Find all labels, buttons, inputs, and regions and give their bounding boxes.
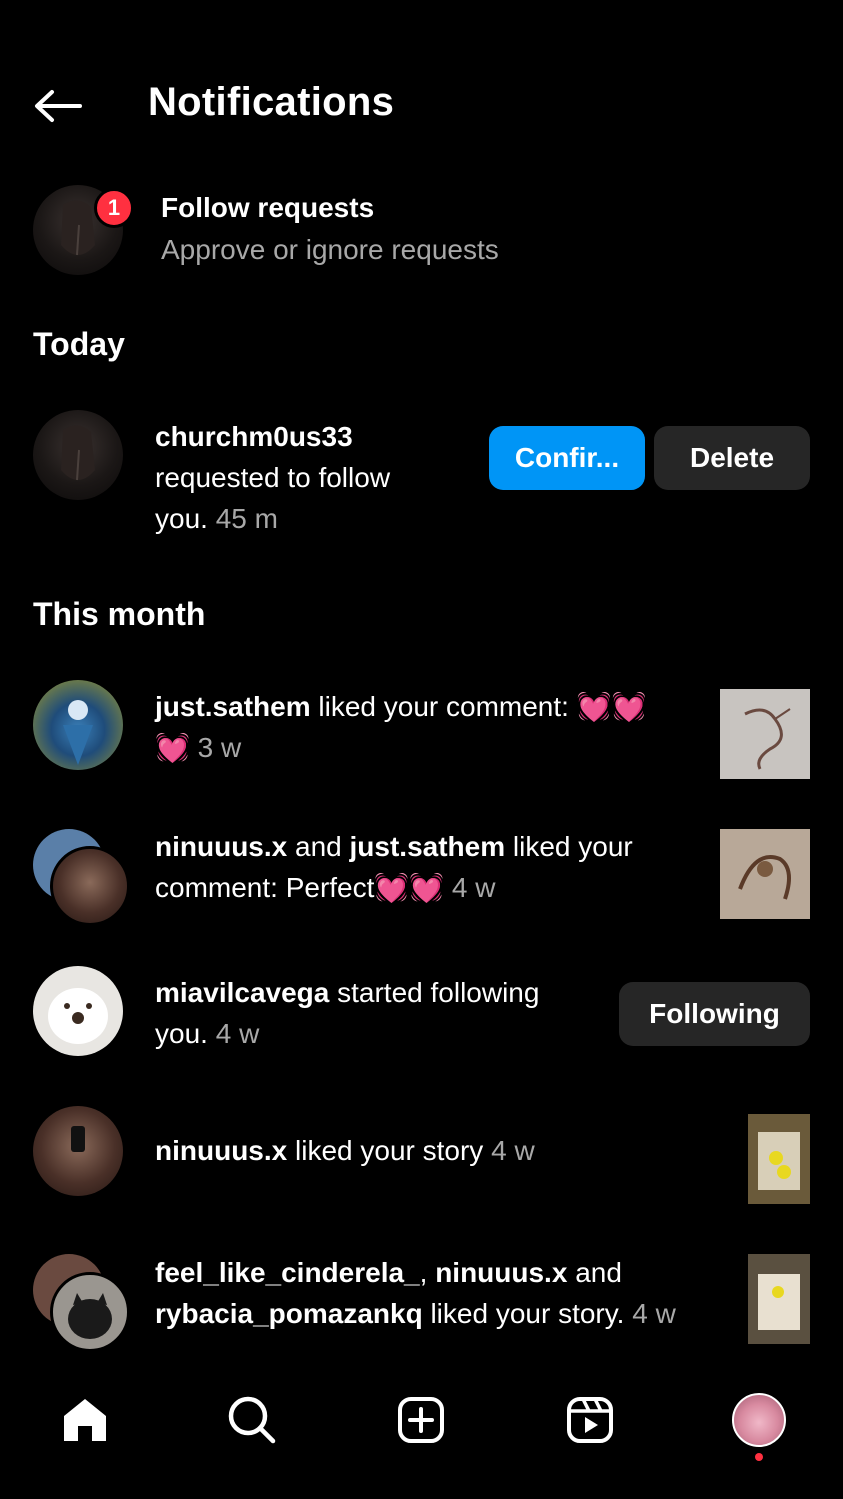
avatar[interactable]: [50, 1272, 130, 1352]
post-thumbnail[interactable]: [720, 689, 810, 779]
timestamp: 45 m: [215, 503, 278, 534]
follow-requests-subtitle: Approve or ignore requests: [161, 234, 499, 265]
notification-text: requested to follow: [155, 462, 391, 493]
list-item: churchm0us33 requested to follow you. 45…: [0, 410, 843, 540]
timestamp: 4 w: [451, 872, 496, 903]
username[interactable]: just.sathem: [155, 691, 311, 722]
notification-text: and: [287, 831, 350, 862]
notification-badge: 1: [94, 188, 134, 228]
notification-text: liked your story: [287, 1135, 484, 1166]
list-item[interactable]: just.sathem liked your comment: 💓💓 💓 3 w: [0, 680, 843, 780]
timestamp: 4 w: [215, 1018, 260, 1049]
back-arrow-icon[interactable]: [32, 88, 82, 124]
timestamp: 4 w: [491, 1135, 535, 1166]
username[interactable]: ninuuus.x: [155, 831, 287, 862]
notification-dot: [755, 1453, 763, 1461]
list-item[interactable]: ninuuus.x liked your story 4 w: [0, 1106, 843, 1206]
notification-text: and: [567, 1257, 622, 1288]
notification-text: you.: [155, 503, 208, 534]
username[interactable]: ninuuus.x: [435, 1257, 567, 1288]
section-heading-this-month: This month: [33, 596, 206, 632]
notification-text: liked your story.: [422, 1298, 625, 1329]
notification-text: you.: [155, 1018, 208, 1049]
avatar[interactable]: [33, 680, 123, 770]
notification-text: ,: [419, 1257, 436, 1288]
username[interactable]: ninuuus.x: [155, 1135, 287, 1166]
bottom-nav: [0, 1360, 843, 1499]
follow-requests-row[interactable]: 1 Follow requests Approve or ignore requ…: [0, 182, 843, 278]
following-button[interactable]: Following: [619, 982, 810, 1046]
timestamp: 3 w: [197, 732, 242, 763]
avatar[interactable]: [33, 410, 123, 500]
notification-text: liked your comment: 💓💓: [310, 691, 647, 722]
post-thumbnail[interactable]: [720, 829, 810, 919]
list-item[interactable]: ninuuus.x and just.sathem liked your com…: [0, 826, 843, 926]
profile-avatar[interactable]: [729, 1390, 789, 1450]
story-thumbnail[interactable]: [748, 1254, 810, 1344]
username[interactable]: just.sathem: [350, 831, 506, 862]
avatar[interactable]: [33, 966, 123, 1056]
page-title: Notifications: [148, 80, 395, 124]
section-heading-today: Today: [33, 326, 125, 362]
home-icon[interactable]: [55, 1390, 115, 1450]
username[interactable]: churchm0us33: [155, 421, 353, 452]
list-item[interactable]: miavilcavega started following you. 4 w …: [0, 966, 843, 1066]
list-item[interactable]: feel_like_cinderela_, ninuuus.x and ryba…: [0, 1250, 843, 1352]
username[interactable]: feel_like_cinderela_: [155, 1257, 420, 1288]
create-icon[interactable]: [391, 1390, 451, 1450]
avatar[interactable]: [33, 1106, 123, 1196]
notification-text: 💓: [155, 732, 190, 763]
story-thumbnail[interactable]: [748, 1114, 810, 1204]
timestamp: 4 w: [632, 1298, 676, 1329]
username[interactable]: miavilcavega: [155, 977, 329, 1008]
header: Notifications: [0, 70, 843, 140]
avatar[interactable]: [50, 846, 130, 926]
follow-requests-title: Follow requests: [161, 192, 375, 223]
confirm-button[interactable]: Confir...: [489, 426, 645, 490]
search-icon[interactable]: [222, 1390, 282, 1450]
reels-icon[interactable]: [560, 1390, 620, 1450]
username[interactable]: rybacia_pomazankq: [155, 1298, 423, 1329]
notification-text: started following: [329, 977, 540, 1008]
delete-button[interactable]: Delete: [654, 426, 810, 490]
notification-text: liked your: [505, 831, 633, 862]
notification-text: comment: Perfect💓💓: [155, 872, 445, 903]
